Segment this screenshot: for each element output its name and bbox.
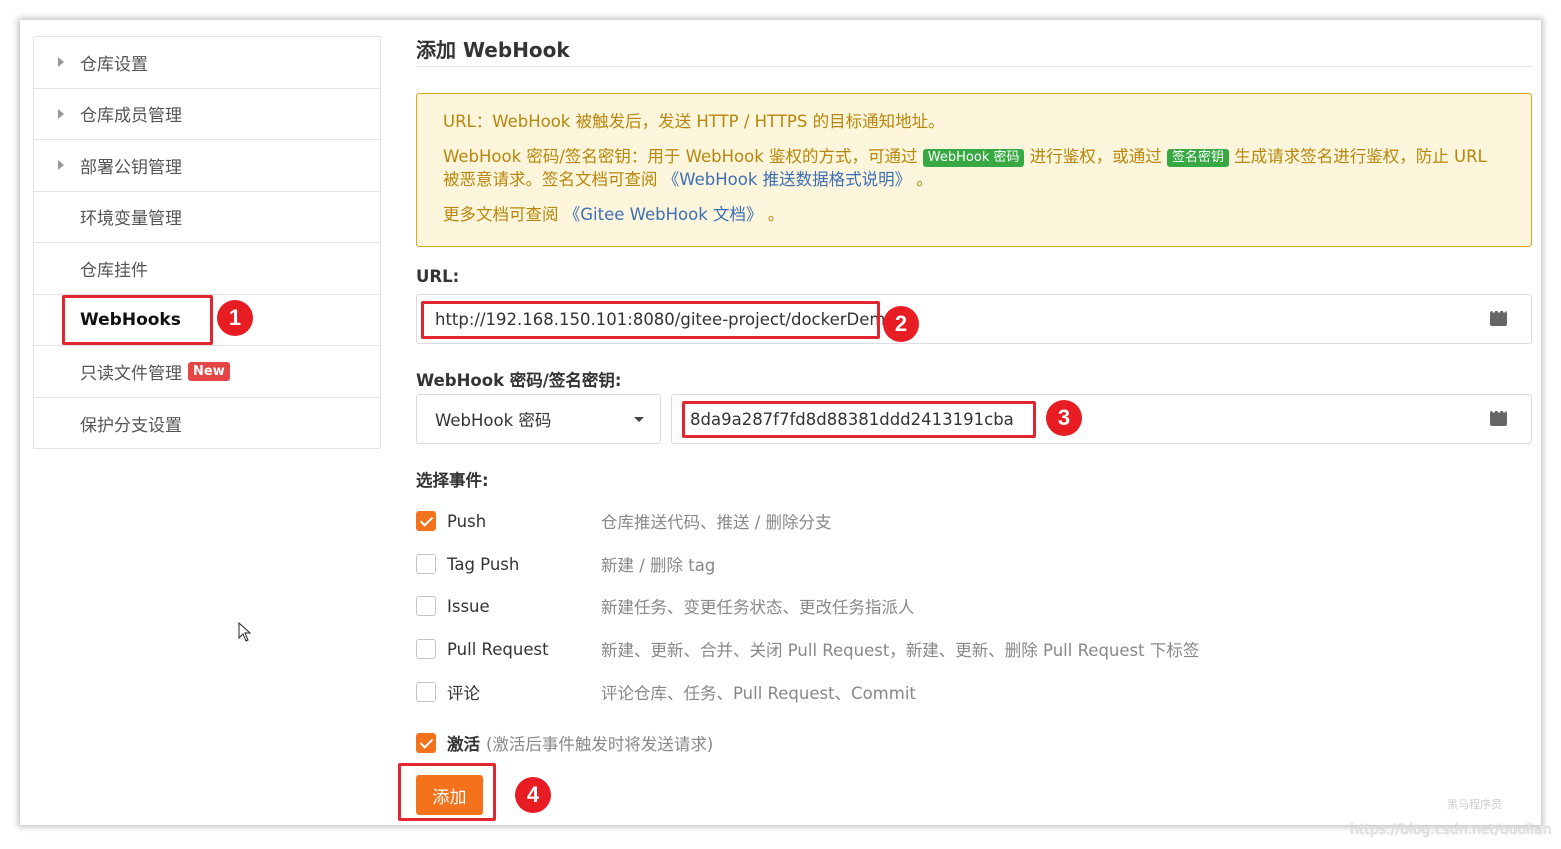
event-name: Push xyxy=(447,511,487,531)
events-label: 选择事件: xyxy=(416,471,489,490)
page-title: 添加 WebHook xyxy=(416,30,1532,67)
secret-type-select[interactable]: WebHook 密码 xyxy=(416,394,661,444)
tag-push-checkbox[interactable] xyxy=(416,554,436,574)
sidebar-item-repo-settings[interactable]: 仓库设置 xyxy=(34,37,380,89)
event-desc: 新建任务、变更任务状态、更改任务指派人 xyxy=(601,598,915,617)
sidebar-item-protected-branches[interactable]: 保护分支设置 xyxy=(34,398,380,450)
sidebar-item-label: 仓库挂件 xyxy=(80,260,148,281)
sidebar-item-label: 保护分支设置 xyxy=(80,415,182,436)
highlight-webhooks xyxy=(62,295,213,345)
brand-watermark: 黑马程序员 xyxy=(1447,798,1502,811)
sidebar-item-label: 仓库设置 xyxy=(80,54,148,75)
activate-checkbox[interactable] xyxy=(416,733,436,753)
highlight-add-button xyxy=(398,763,496,821)
step-badge-1: 1 xyxy=(217,300,253,336)
notice-text: 更多文档可查阅 xyxy=(443,205,559,224)
push-checkbox[interactable] xyxy=(416,511,436,531)
sidebar-item-label: 部署公钥管理 xyxy=(80,157,182,178)
webhook-password-tag: WebHook 密码 xyxy=(922,149,1025,167)
chevron-right-icon xyxy=(58,57,64,68)
sidebar-item-label: 只读文件管理 xyxy=(80,363,182,384)
main-content: 添加 WebHook xyxy=(416,30,1532,67)
mouse-cursor-icon xyxy=(238,622,252,642)
event-comment[interactable]: 评论 评论仓库、任务、Pull Request、Commit xyxy=(416,680,916,704)
notice-text: WebHook 密码/签名密钥：用于 WebHook 鉴权的方式，可通过 xyxy=(443,147,918,166)
sidebar-item-deploy-keys[interactable]: 部署公钥管理 xyxy=(34,140,380,192)
step-badge-4: 4 xyxy=(515,777,551,813)
event-desc: 仓库推送代码、推送 / 删除分支 xyxy=(601,513,832,532)
event-desc: 新建 / 删除 tag xyxy=(601,556,716,575)
more-icon[interactable] xyxy=(1490,404,1507,426)
comment-checkbox[interactable] xyxy=(416,682,436,702)
signature-key-tag: 签名密钥 xyxy=(1166,149,1229,167)
secret-type-value: WebHook 密码 xyxy=(435,411,552,430)
activate-option[interactable]: 激活 (激活后事件触发时将发送请求) xyxy=(416,731,713,755)
caret-down-icon xyxy=(634,417,644,422)
step-badge-3: 3 xyxy=(1046,400,1082,436)
event-name: 评论 xyxy=(447,684,480,703)
notice-url-line: URL：WebHook 被触发后，发送 HTTP / HTTPS 的目标通知地址… xyxy=(443,112,945,131)
notice-secret-line: WebHook 密码/签名密钥：用于 WebHook 鉴权的方式，可通过 Web… xyxy=(443,145,1505,191)
event-pull-request[interactable]: Pull Request 新建、更新、合并、关闭 Pull Request，新建… xyxy=(416,637,1199,661)
highlight-url xyxy=(421,301,880,339)
sidebar-item-label: 环境变量管理 xyxy=(80,209,182,230)
info-notice: URL：WebHook 被触发后，发送 HTTP / HTTPS 的目标通知地址… xyxy=(416,93,1532,247)
more-icon[interactable] xyxy=(1490,304,1507,326)
event-push[interactable]: Push 仓库推送代码、推送 / 删除分支 xyxy=(416,509,832,533)
step-badge-2: 2 xyxy=(883,306,919,342)
url-label: URL: xyxy=(416,267,460,286)
payload-format-doc-link[interactable]: 《WebHook 推送数据格式说明》 xyxy=(663,170,911,189)
sidebar-item-readonly-files[interactable]: 只读文件管理 New xyxy=(34,346,380,398)
settings-sidebar: 仓库设置 仓库成员管理 部署公钥管理 环境变量管理 仓库挂件 WebHooks … xyxy=(33,36,381,449)
pull-request-checkbox[interactable] xyxy=(416,639,436,659)
notice-docs-line: 更多文档可查阅 《Gitee WebHook 文档》 。 xyxy=(443,203,1505,226)
secret-label: WebHook 密码/签名密钥: xyxy=(416,371,622,390)
highlight-secret xyxy=(682,401,1036,438)
event-tag-push[interactable]: Tag Push 新建 / 删除 tag xyxy=(416,552,715,576)
notice-text: 。 xyxy=(916,170,933,189)
event-desc: 新建、更新、合并、关闭 Pull Request，新建、更新、删除 Pull R… xyxy=(601,641,1200,660)
chevron-right-icon xyxy=(58,108,64,119)
sidebar-item-widgets[interactable]: 仓库挂件 xyxy=(34,243,380,295)
activate-label: 激活 xyxy=(447,735,480,754)
issue-checkbox[interactable] xyxy=(416,596,436,616)
sidebar-item-env-vars[interactable]: 环境变量管理 xyxy=(34,192,380,243)
event-name: Pull Request xyxy=(447,639,549,659)
gitee-webhook-doc-link[interactable]: 《Gitee WebHook 文档》 xyxy=(564,205,763,224)
sidebar-item-label: 仓库成员管理 xyxy=(80,106,182,127)
notice-text: 。 xyxy=(767,205,785,224)
url-watermark: https://blog.csdn.net/uuulian xyxy=(1350,822,1552,838)
event-desc: 评论仓库、任务、Pull Request、Commit xyxy=(601,684,916,703)
sidebar-item-members[interactable]: 仓库成员管理 xyxy=(34,89,380,140)
notice-text: 进行鉴权，或通过 xyxy=(1029,147,1162,166)
activate-hint: (激活后事件触发时将发送请求) xyxy=(486,735,714,754)
new-badge: New xyxy=(188,361,230,381)
event-name: Tag Push xyxy=(447,554,520,574)
event-issue[interactable]: Issue 新建任务、变更任务状态、更改任务指派人 xyxy=(416,594,915,618)
chevron-right-icon xyxy=(58,160,64,171)
event-name: Issue xyxy=(447,596,490,616)
